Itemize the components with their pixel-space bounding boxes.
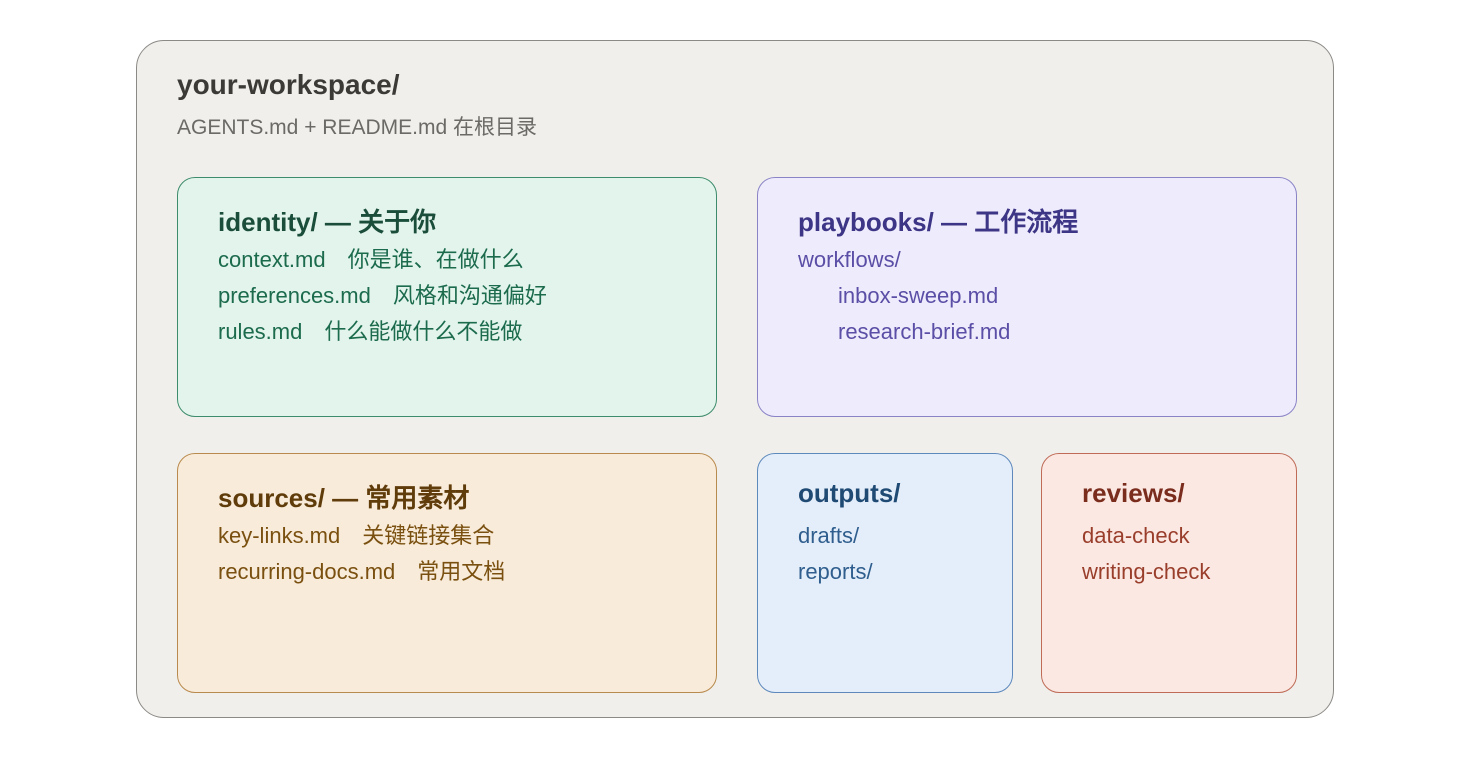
review-entry: writing-check xyxy=(1082,559,1211,584)
file-description: 关键链接集合 xyxy=(362,523,495,548)
file-name: context.md xyxy=(218,247,326,272)
identity-folder-title: identity/ — 关于你 xyxy=(218,207,437,237)
file-entry: rules.md 什么能做什么不能做 xyxy=(218,314,547,350)
file-name: rules.md xyxy=(218,319,303,344)
file-name: preferences.md xyxy=(218,283,371,308)
reviews-folder-box: reviews/ data-check writing-check xyxy=(1041,453,1297,693)
playbooks-folder-title: playbooks/ — 工作流程 xyxy=(798,207,1079,237)
file-description: 常用文档 xyxy=(417,559,506,584)
file-description: 什么能做什么不能做 xyxy=(324,319,523,344)
subfolder-entry: drafts/ xyxy=(798,523,860,548)
file-name: recurring-docs.md xyxy=(218,559,396,584)
file-entry: key-links.md 关键链接集合 xyxy=(218,518,505,554)
file-name: key-links.md xyxy=(218,523,341,548)
outputs-folder-title: outputs/ xyxy=(798,478,901,508)
playbooks-folder-box: playbooks/ — 工作流程 workflows/ inbox-sweep… xyxy=(757,177,1297,417)
subfolder-entry: workflows/ xyxy=(798,247,901,272)
workspace-container: your-workspace/ AGENTS.md + README.md 在根… xyxy=(136,40,1334,718)
file-entry: research-brief.md xyxy=(838,319,1011,344)
sources-folder-box: sources/ — 常用素材 key-links.md 关键链接集合 recur… xyxy=(177,453,717,693)
sources-folder-title: sources/ — 常用素材 xyxy=(218,483,470,513)
review-entry: data-check xyxy=(1082,523,1190,548)
identity-folder-box: identity/ — 关于你 context.md 你是谁、在做什么 prefe… xyxy=(177,177,717,417)
file-entry: recurring-docs.md 常用文档 xyxy=(218,554,505,590)
file-entry: inbox-sweep.md xyxy=(838,283,999,308)
file-entry: context.md 你是谁、在做什么 xyxy=(218,242,547,278)
reviews-folder-title: reviews/ xyxy=(1082,478,1185,508)
subfolder-entry: reports/ xyxy=(798,559,873,584)
file-entry: preferences.md 风格和沟通偏好 xyxy=(218,278,547,314)
outputs-folder-box: outputs/ drafts/ reports/ xyxy=(757,453,1013,693)
file-description: 你是谁、在做什么 xyxy=(347,247,524,272)
workspace-title: your-workspace/ xyxy=(177,69,400,100)
workspace-subtitle: AGENTS.md + README.md 在根目录 xyxy=(177,116,537,139)
file-description: 风格和沟通偏好 xyxy=(392,283,547,308)
